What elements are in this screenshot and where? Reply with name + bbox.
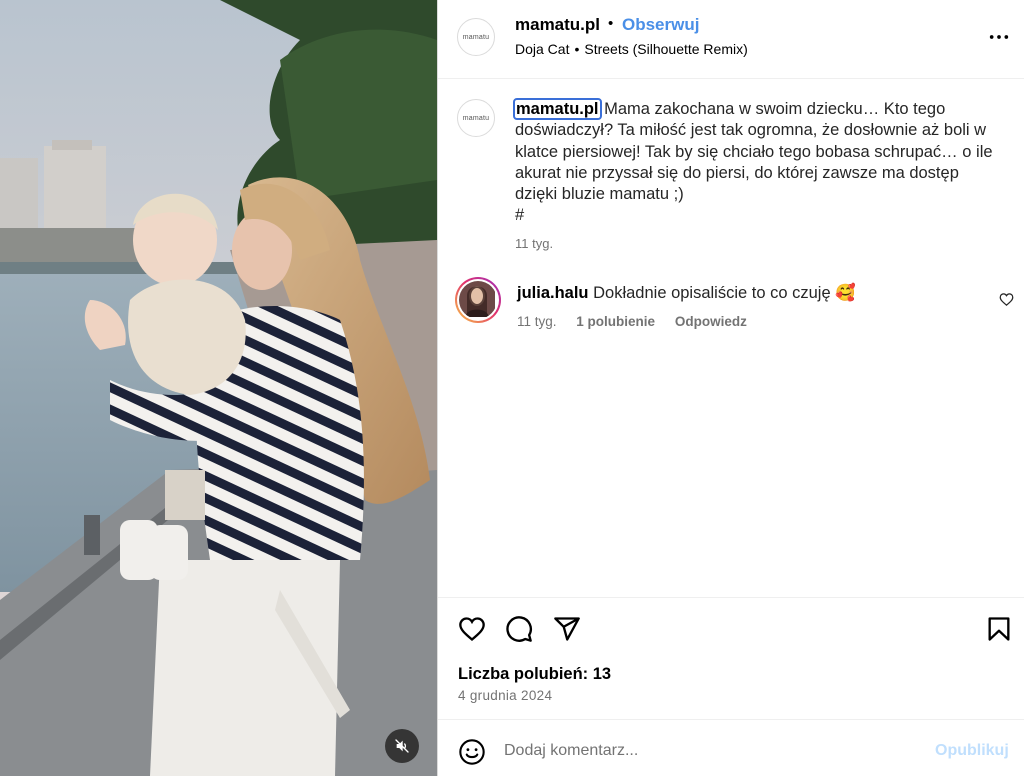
caption-hashtag[interactable]: # <box>515 206 524 224</box>
comment-input[interactable] <box>504 736 914 766</box>
post-dialog: mamatu mamatu.pl • Obserwuj Doja Cat • Str… <box>0 0 1024 776</box>
post-media[interactable] <box>0 0 437 776</box>
comment-username[interactable]: julia.halu <box>517 284 589 302</box>
smiley-icon[interactable] <box>458 738 486 766</box>
caption-timestamp[interactable]: 11 tyg. <box>515 236 553 251</box>
comment-meta: 11 tyg. 1 polubienie Odpowiedz <box>517 314 763 329</box>
likes-count[interactable]: Liczba polubień: 13 <box>458 665 611 684</box>
paper-plane-icon[interactable] <box>553 615 581 643</box>
comment-likes-count[interactable]: 1 polubienie <box>576 314 655 329</box>
post-date[interactable]: 4 grudnia 2024 <box>458 688 552 703</box>
more-options-icon[interactable] <box>988 26 1010 48</box>
mute-toggle-button[interactable] <box>385 729 419 763</box>
comment-timestamp[interactable]: 11 tyg. <box>517 314 557 329</box>
author-avatar-label: mamatu <box>462 33 490 41</box>
audio-info[interactable]: Doja Cat • Streets (Silhouette Remix) <box>515 41 748 57</box>
caption-username[interactable]: mamatu.pl <box>513 98 602 120</box>
header-separator: • <box>608 15 614 32</box>
caption-author-avatar[interactable]: mamatu <box>457 99 495 137</box>
post-caption: mamatu.pl Mama zakochana w swoim dziecku… <box>513 98 1005 227</box>
commenter-photo <box>459 281 495 317</box>
heart-icon[interactable] <box>458 615 486 643</box>
comment-text: Dokładnie opisaliście to co czuję 🥰 <box>593 284 856 302</box>
post-actions: Liczba polubień: 13 4 grudnia 2024 <box>438 597 1024 719</box>
comment-bubble-icon[interactable] <box>505 615 533 643</box>
comment-reply-button[interactable]: Odpowiedz <box>675 314 747 329</box>
author-avatar[interactable]: mamatu <box>457 18 495 56</box>
muted-speaker-icon <box>395 739 409 753</box>
audio-track[interactable]: Streets (Silhouette Remix) <box>584 41 747 57</box>
post-photo <box>0 0 437 776</box>
comment-avatar[interactable] <box>455 277 501 323</box>
publish-button[interactable]: Opublikuj <box>935 742 1009 760</box>
post-header: mamatu mamatu.pl • Obserwuj Doja Cat • Str… <box>438 0 1024 79</box>
add-comment-bar: Opublikuj <box>438 719 1024 776</box>
comment-like-heart-icon[interactable] <box>999 292 1014 307</box>
bookmark-icon[interactable] <box>985 615 1013 643</box>
author-username[interactable]: mamatu.pl <box>515 15 600 35</box>
audio-artist[interactable]: Doja Cat <box>515 41 569 57</box>
comment-body: julia.halu Dokładnie opisaliście to co c… <box>517 284 856 303</box>
audio-separator: • <box>574 41 580 57</box>
post-side-panel: mamatu mamatu.pl • Obserwuj Doja Cat • Str… <box>437 0 1024 776</box>
caption-avatar-label: mamatu <box>462 114 490 122</box>
follow-button[interactable]: Obserwuj <box>622 15 699 35</box>
